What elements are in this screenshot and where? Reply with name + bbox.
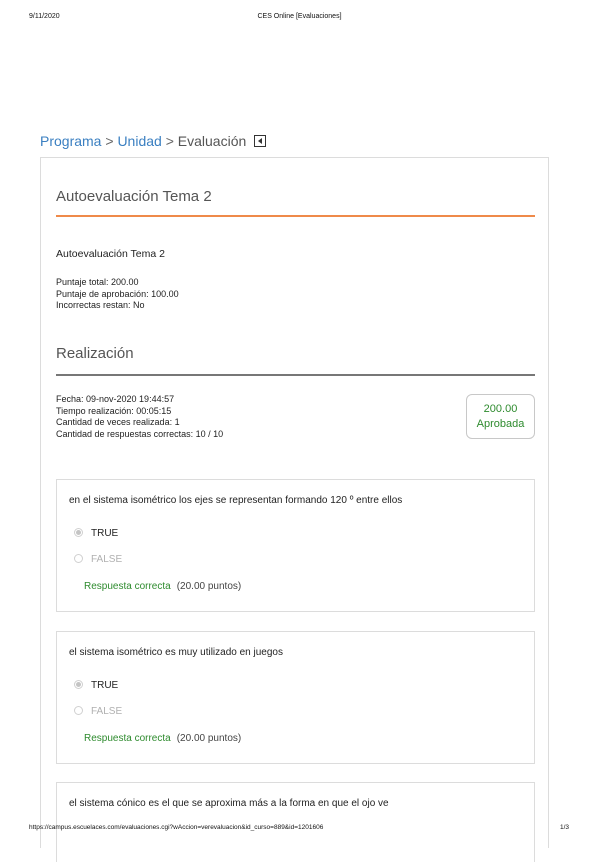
option-label: FALSE (91, 706, 123, 717)
print-page-number: 1/3 (559, 824, 569, 831)
section-divider (56, 374, 535, 376)
section-title-realizacion: Realización (56, 345, 134, 362)
print-title: CES Online [Evaluaciones] (257, 13, 342, 20)
collapse-icon[interactable] (254, 135, 267, 147)
option-true[interactable]: TRUE (74, 680, 118, 691)
question-text: el sistema cónico es el que se aproxima … (69, 798, 389, 809)
question-text: el sistema isométrico es muy utilizado e… (69, 647, 283, 658)
print-url: https://campus.escuelaces.com/evaluacion… (29, 824, 324, 831)
result-status: Respuesta correcta (84, 581, 171, 592)
result-status: Respuesta correcta (84, 733, 171, 744)
attempt-count: Cantidad de veces realizada: 1 (56, 417, 180, 427)
attempt-date: Fecha: 09-nov-2020 19:44:57 (56, 394, 175, 404)
option-label: FALSE (91, 554, 123, 565)
score-status: Aprobada (476, 418, 525, 430)
breadcrumb-separator: > (105, 133, 114, 149)
question-text: en el sistema isométrico los ejes se rep… (69, 495, 403, 506)
option-true[interactable]: TRUE (74, 528, 118, 539)
attempt-duration: Tiempo realización: 00:05:15 (56, 405, 172, 416)
breadcrumb-current: Evaluación (177, 133, 247, 149)
attempt-info: Fecha: 09-nov-2020 19:44:57 Tiempo reali… (56, 394, 223, 440)
result-points: (20.00 puntos) (176, 733, 242, 744)
radio-checked-icon[interactable] (74, 680, 83, 689)
question-card: el sistema isométrico es muy utilizado e… (56, 631, 535, 764)
evaluation-card: Autoevaluación Tema 2 Autoevaluación Tem… (40, 157, 549, 862)
evaluation-info: Puntaje total: 200.00 Puntaje de aprobac… (56, 277, 179, 312)
question-card: el sistema cónico es el que se aproxima … (56, 782, 535, 862)
score-value: 200.00 (483, 403, 518, 415)
correct-answers-count: Cantidad de respuestas correctas: 10 / 1… (56, 428, 224, 439)
option-false[interactable]: FALSE (74, 706, 122, 717)
breadcrumb: Programa > Unidad > Evaluación (40, 133, 267, 149)
option-label: TRUE (91, 680, 119, 691)
card-title: Autoevaluación Tema 2 (56, 188, 212, 205)
option-false[interactable]: FALSE (74, 554, 122, 565)
option-label: TRUE (91, 528, 119, 539)
breadcrumb-programa-link[interactable]: Programa (40, 133, 101, 149)
radio-checked-icon[interactable] (74, 528, 83, 537)
radio-unchecked-icon[interactable] (74, 554, 83, 563)
total-score-line: Puntaje total: 200.00 (56, 277, 139, 287)
score-badge: 200.00 Aprobada (466, 394, 535, 439)
result-points: (20.00 puntos) (176, 581, 242, 592)
passing-score-line: Puntaje de aprobación: 100.00 (56, 288, 179, 299)
question-result: Respuesta correcta (20.00 puntos) (84, 581, 241, 592)
evaluation-name: Autoevaluación Tema 2 (56, 248, 165, 260)
wrong-subtract-line: Incorrectas restan: No (56, 300, 145, 310)
breadcrumb-unidad-link[interactable]: Unidad (117, 133, 161, 149)
title-divider (56, 215, 535, 217)
breadcrumb-separator: > (165, 133, 174, 149)
question-result: Respuesta correcta (20.00 puntos) (84, 733, 241, 744)
question-card: en el sistema isométrico los ejes se rep… (56, 479, 535, 612)
radio-unchecked-icon[interactable] (74, 706, 83, 715)
